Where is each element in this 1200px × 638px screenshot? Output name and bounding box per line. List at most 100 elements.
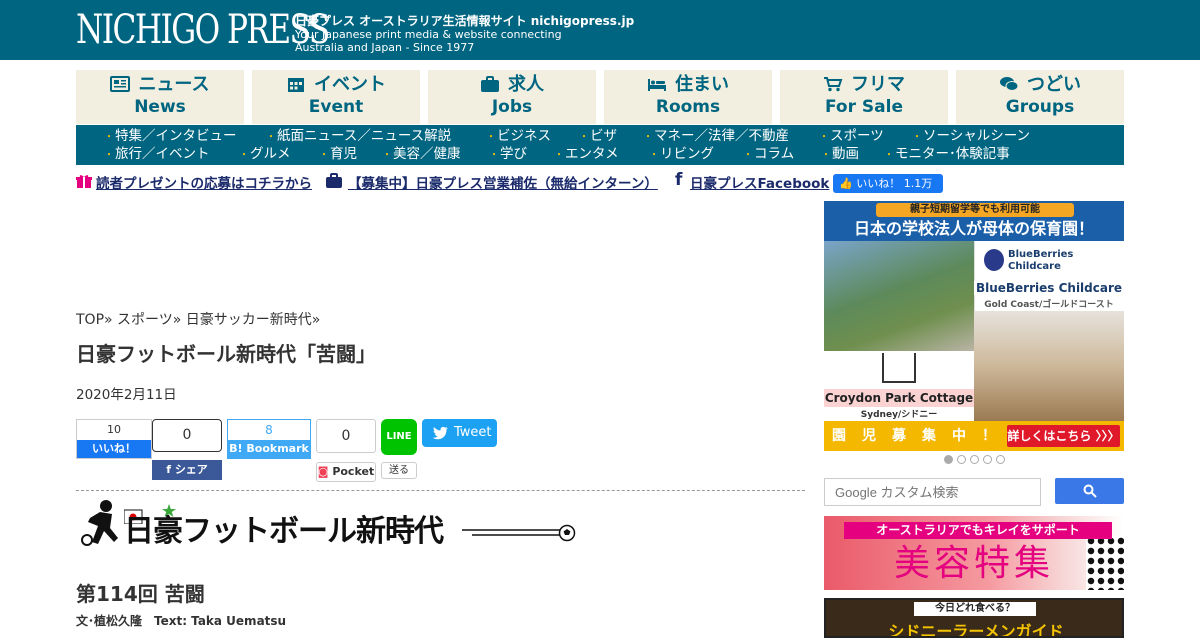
ad-details-button[interactable]: 詳しくはこちら 〉〉〉 xyxy=(1007,425,1120,447)
line-button[interactable]: LINE xyxy=(381,419,417,455)
intern-recruit-link[interactable]: 【募集中】日豪プレス営業補佐（無給インターン） xyxy=(348,172,658,192)
divider xyxy=(76,490,805,491)
enrolment-char: 園 xyxy=(832,428,846,444)
tab-news-en: News xyxy=(134,97,186,117)
beauty-feature-ad[interactable]: オーストラリアでもキレイをサポート 美容特集 xyxy=(824,516,1124,590)
subnav-business[interactable]: ビジネス xyxy=(486,128,551,146)
subnav-visa[interactable]: ビザ xyxy=(579,128,617,146)
tab-news[interactable]: ニュース News xyxy=(76,70,244,124)
facebook-like-label: いいね！ 1.1万 xyxy=(856,177,933,190)
tab-groups[interactable]: つどい Groups xyxy=(956,70,1124,124)
house-icon xyxy=(882,353,916,383)
subnav-beauty[interactable]: 美容／健康 xyxy=(382,146,461,164)
facebook-share-label: シェア xyxy=(174,463,208,476)
facebook-page-link[interactable]: 日豪プレスFacebook xyxy=(690,172,829,192)
tweet-button[interactable]: Tweet xyxy=(422,419,497,447)
pocket-button[interactable]: ◙ Pocket xyxy=(316,462,376,482)
tab-for-sale-en: For Sale xyxy=(825,97,903,117)
subnav-social[interactable]: ソーシャルシーン xyxy=(912,128,1030,146)
ad-headline: 日本の学校法人が母体の保育園！ xyxy=(853,219,1094,238)
facebook-like-count: 10 xyxy=(107,423,121,436)
subnav-gourmet[interactable]: グルメ xyxy=(239,146,291,164)
beauty-ad-bar: オーストラリアでもキレイをサポート xyxy=(844,522,1112,539)
gift-icon xyxy=(76,175,92,188)
series-banner: 日豪フットボール新時代 xyxy=(76,498,576,550)
pocket-icon: ◙ xyxy=(317,465,333,478)
tab-for-sale-jp: フリマ xyxy=(851,74,905,95)
thumbs-up-icon: 👍 xyxy=(839,177,853,190)
page-title: 日豪フットボール新時代「苦闘」 xyxy=(76,342,376,366)
beauty-ad-headline: 美容特集 xyxy=(893,543,1054,584)
subnav-living[interactable]: リビング xyxy=(649,146,714,164)
subnav-monitor[interactable]: モニター･体験記事 xyxy=(884,146,1010,164)
facebook-icon: f xyxy=(166,463,175,476)
enrolment-char: 募 xyxy=(892,428,906,444)
blueberries-name: BlueBerries Childcare xyxy=(974,281,1124,295)
search-input[interactable] xyxy=(824,478,1041,506)
classroom-photo xyxy=(974,311,1124,421)
header-tagline-jp: 日豪プレス オーストラリア生活情報サイト nichigopress.jp xyxy=(295,14,635,28)
carousel-dot-active[interactable] xyxy=(944,455,953,464)
soccer-player-icon xyxy=(81,500,118,546)
line-send-button[interactable]: 送る xyxy=(381,462,417,479)
chat-icon xyxy=(1000,77,1019,91)
playground-photo xyxy=(824,241,974,351)
breadcrumb[interactable]: TOP» スポーツ» 日豪サッカー新時代» xyxy=(76,309,320,329)
subnav-learning[interactable]: 学び xyxy=(489,146,527,164)
subnav-video[interactable]: 動画 xyxy=(821,146,859,164)
hatena-label: B! Bookmark xyxy=(228,440,310,458)
tab-rooms[interactable]: 住まい Rooms xyxy=(604,70,772,124)
facebook-like-count-button[interactable]: 10 いいね！ xyxy=(76,419,152,459)
carousel-dot[interactable] xyxy=(970,455,979,464)
subnav-travel[interactable]: 旅行／イベント xyxy=(104,146,210,164)
subnav-money[interactable]: マネー／法律／不動産 xyxy=(643,128,789,146)
enrolment-char: ！ xyxy=(982,428,996,444)
briefcase-icon xyxy=(481,76,499,92)
tab-for-sale[interactable]: フリマ For Sale xyxy=(780,70,948,124)
cottage-location: Sydney/シドニー xyxy=(860,410,938,420)
site-header: NICHIGO PRESS 日豪プレス オーストラリア生活情報サイト nichi… xyxy=(0,0,1200,60)
publish-date: 2020年2月11日 xyxy=(76,387,177,403)
facebook-share-button[interactable]: f シェア xyxy=(152,460,222,480)
tab-event[interactable]: イベント Event xyxy=(252,70,420,124)
tab-event-jp: イベント xyxy=(314,74,386,95)
carousel-dot[interactable] xyxy=(983,455,992,464)
ramen-ad-headline: シドニーラーメンガイド xyxy=(888,622,1064,638)
search-button[interactable] xyxy=(1055,478,1124,504)
ramen-guide-ad[interactable]: 今日どれ食べる？ シドニーラーメンガイド xyxy=(824,598,1124,638)
site-logo[interactable]: NICHIGO PRESS xyxy=(76,8,330,52)
twitter-bird-icon xyxy=(432,426,448,440)
author-credit: 文･植松久隆 Text: Taka Uematsu xyxy=(76,614,287,628)
facebook-like-button[interactable]: 👍 いいね！ 1.1万 xyxy=(833,174,943,193)
tab-groups-en: Groups xyxy=(1005,97,1075,117)
ramen-ad-bar: 今日どれ食べる？ xyxy=(914,602,1036,616)
hatena-count: 8 xyxy=(265,423,273,437)
search-icon xyxy=(1083,484,1097,498)
carousel-dot[interactable] xyxy=(996,455,1005,464)
tab-jobs-en: Jobs xyxy=(491,97,533,117)
calendar-icon xyxy=(288,78,304,92)
subnav-sports[interactable]: スポーツ xyxy=(819,128,884,146)
header-tagline-en-2: Australia and Japan - Since 1977 xyxy=(295,41,475,54)
cart-icon xyxy=(824,77,843,92)
childcare-ad-banner[interactable]: 親子短期留学等でも利用可能 日本の学校法人が母体の保育園！ BlueBerrie… xyxy=(824,201,1124,451)
tab-rooms-jp: 住まい xyxy=(675,74,729,95)
series-banner-title: 日豪フットボール新時代 xyxy=(124,514,444,549)
subnav-features[interactable]: 特集／インタビュー xyxy=(104,128,237,146)
ad-enrolment-bar: 園 児 募 集 中 ！ 詳しくはこちら 〉〉〉 xyxy=(824,421,1124,451)
subnav-column[interactable]: コラム xyxy=(743,146,794,164)
reader-present-link[interactable]: 読者プレゼントの応募はコチラから xyxy=(96,172,312,192)
blueberries-brand-small: BlueBerries Childcare xyxy=(1008,249,1074,272)
tab-jobs[interactable]: 求人 Jobs xyxy=(428,70,596,124)
facebook-like-label: いいね！ xyxy=(77,440,151,458)
tab-event-en: Event xyxy=(308,97,364,117)
subnav-news[interactable]: 紙面ニュース／ニュース解説 xyxy=(266,128,451,146)
briefcase-icon xyxy=(326,173,342,188)
carousel-dots xyxy=(944,455,1005,465)
subnav-entertainment[interactable]: エンタメ xyxy=(554,146,619,164)
carousel-dot[interactable] xyxy=(957,455,966,464)
blueberries-logo-icon xyxy=(984,249,1004,271)
sub-navigation: 特集／インタビュー 紙面ニュース／ニュース解説 ビジネス ビザ マネー／法律／不… xyxy=(76,125,1124,165)
subnav-parenting[interactable]: 育児 xyxy=(319,146,357,164)
hatena-bookmark-button[interactable]: 8 B! Bookmark xyxy=(227,419,311,459)
